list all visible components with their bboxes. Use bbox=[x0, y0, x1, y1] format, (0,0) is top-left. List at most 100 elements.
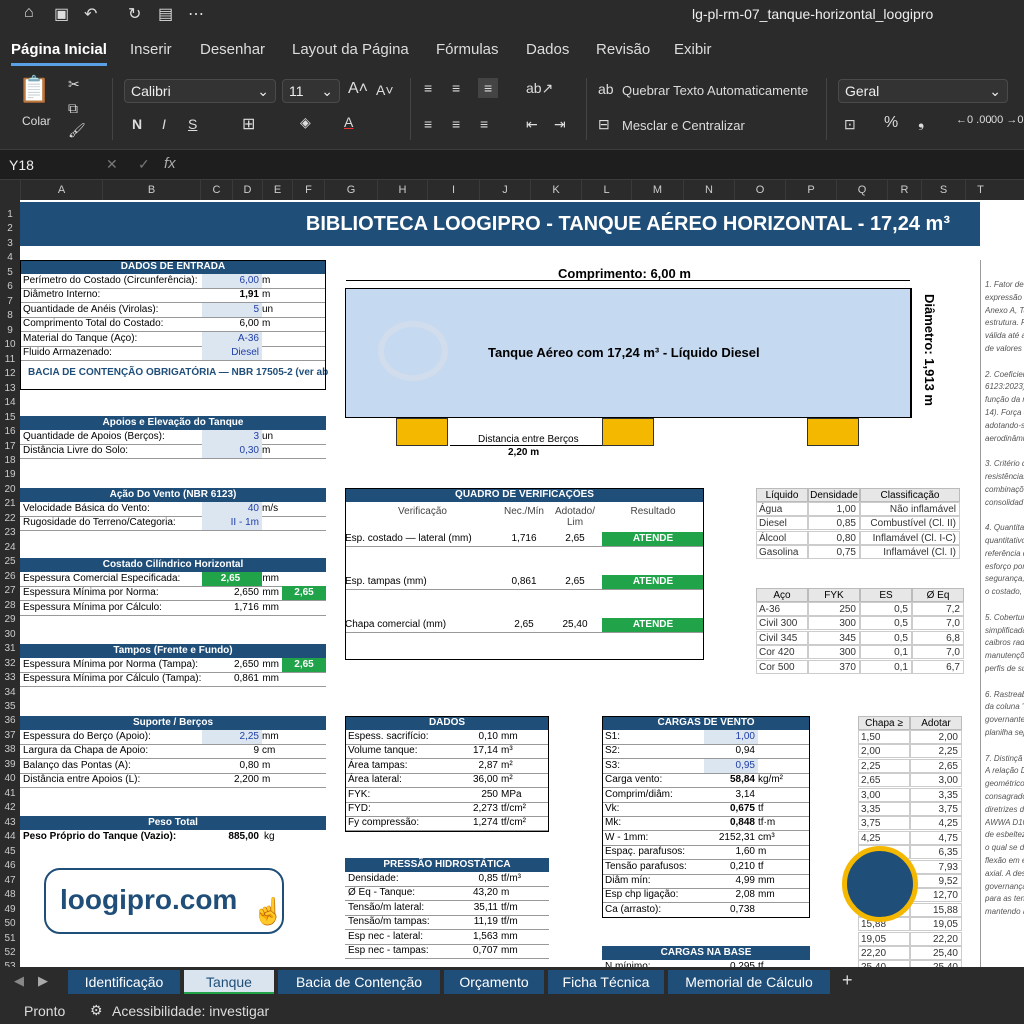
loogipro-logo[interactable]: loogipro.com ☝ bbox=[44, 868, 284, 934]
accessibility-status[interactable]: Acessibilidade: investigar bbox=[112, 1003, 269, 1019]
tab-formulas[interactable]: Fórmulas bbox=[436, 41, 499, 58]
row-header[interactable]: 22 bbox=[0, 512, 20, 526]
grow-font-icon[interactable]: A˄ bbox=[348, 80, 368, 98]
cut-icon[interactable]: ✂ bbox=[68, 76, 80, 93]
row-header[interactable]: 33 bbox=[0, 671, 20, 685]
column-header[interactable]: I bbox=[427, 180, 479, 200]
column-header[interactable]: F bbox=[292, 180, 324, 200]
merge-center-button[interactable]: Mesclar e Centralizar bbox=[622, 118, 745, 133]
home-icon[interactable]: ⌂ bbox=[24, 4, 34, 22]
accessibility-icon[interactable]: ⚙ bbox=[90, 1002, 103, 1019]
row-header[interactable]: 1 bbox=[0, 208, 20, 222]
column-header[interactable]: T bbox=[965, 180, 995, 200]
decrease-decimal-icon[interactable]: .00 →0 bbox=[988, 114, 1023, 126]
row-header[interactable]: 46 bbox=[0, 859, 20, 873]
row-header[interactable]: 38 bbox=[0, 743, 20, 757]
row-header[interactable]: 43 bbox=[0, 816, 20, 830]
column-header[interactable]: K bbox=[530, 180, 581, 200]
italic-icon[interactable]: I bbox=[162, 116, 166, 132]
align-center-icon[interactable]: ≡ bbox=[452, 116, 460, 132]
align-top-icon[interactable]: ≡ bbox=[424, 80, 432, 96]
row-header[interactable]: 9 bbox=[0, 324, 20, 338]
row-header[interactable]: 44 bbox=[0, 830, 20, 844]
tab-desenhar[interactable]: Desenhar bbox=[200, 41, 265, 58]
tab-prev-icon[interactable]: ◀ bbox=[14, 973, 24, 989]
row-header[interactable]: 34 bbox=[0, 686, 20, 700]
row-header[interactable]: 11 bbox=[0, 353, 20, 367]
save-as-icon[interactable]: ▤ bbox=[158, 4, 173, 24]
row-header[interactable]: 6 bbox=[0, 280, 20, 294]
shrink-font-icon[interactable]: A˅ bbox=[376, 82, 394, 98]
redo-icon[interactable]: ↻ bbox=[128, 4, 141, 24]
column-header[interactable]: O bbox=[734, 180, 785, 200]
row-header[interactable]: 37 bbox=[0, 729, 20, 743]
row-header[interactable]: 48 bbox=[0, 888, 20, 902]
orientation-icon[interactable]: ab↗ bbox=[526, 80, 553, 97]
add-sheet-icon[interactable]: + bbox=[842, 970, 853, 991]
sheet-tab[interactable]: Ficha Técnica bbox=[548, 970, 664, 994]
row-header[interactable]: 13 bbox=[0, 382, 20, 396]
align-right-icon[interactable]: ≡ bbox=[480, 116, 488, 132]
row-header[interactable]: 29 bbox=[0, 613, 20, 627]
worksheet[interactable]: BIBLIOTECA LOOGIPRO - TANQUE AÉREO HORIZ… bbox=[20, 200, 1024, 967]
row-header[interactable]: 12 bbox=[0, 367, 20, 381]
row-header[interactable]: 26 bbox=[0, 570, 20, 584]
tab-revisao[interactable]: Revisão bbox=[596, 41, 650, 58]
row-header[interactable]: 23 bbox=[0, 526, 20, 540]
column-header[interactable]: B bbox=[102, 180, 200, 200]
row-header[interactable]: 15 bbox=[0, 411, 20, 425]
row-header[interactable]: 35 bbox=[0, 700, 20, 714]
number-format-dropdown[interactable]: Geral ⌄ bbox=[838, 79, 1008, 103]
tab-dados[interactable]: Dados bbox=[526, 41, 569, 58]
function-icon[interactable]: fx bbox=[164, 155, 176, 172]
tab-next-icon[interactable]: ▶ bbox=[38, 973, 48, 989]
bold-icon[interactable]: N bbox=[132, 116, 142, 132]
column-header[interactable]: P bbox=[785, 180, 836, 200]
undo-icon[interactable]: ↶ bbox=[84, 4, 97, 24]
row-header[interactable]: 17 bbox=[0, 440, 20, 454]
column-header[interactable]: D bbox=[232, 180, 262, 200]
sheet-tab[interactable]: Tanque bbox=[184, 970, 274, 994]
column-header[interactable]: G bbox=[324, 180, 377, 200]
font-dropdown[interactable]: Calibri ⌄ bbox=[124, 79, 276, 103]
row-header[interactable]: 52 bbox=[0, 946, 20, 960]
row-header[interactable]: 28 bbox=[0, 599, 20, 613]
row-header[interactable]: 16 bbox=[0, 425, 20, 439]
row-header[interactable]: 18 bbox=[0, 454, 20, 468]
copy-icon[interactable]: ⧉ bbox=[68, 100, 78, 117]
tab-pagina-inicial[interactable]: Página Inicial bbox=[11, 41, 107, 66]
tab-inserir[interactable]: Inserir bbox=[130, 41, 172, 58]
align-middle-icon[interactable]: ≡ bbox=[452, 80, 460, 96]
row-header[interactable]: 40 bbox=[0, 772, 20, 786]
sheet-tab[interactable]: Orçamento bbox=[444, 970, 544, 994]
row-header[interactable]: 8 bbox=[0, 309, 20, 323]
column-header[interactable]: Q bbox=[836, 180, 887, 200]
column-header[interactable]: E bbox=[262, 180, 292, 200]
column-header[interactable]: M bbox=[631, 180, 683, 200]
clipboard-icon[interactable]: 📋 bbox=[18, 74, 50, 105]
row-header[interactable]: 31 bbox=[0, 642, 20, 656]
align-bottom-icon[interactable]: ≡ bbox=[478, 78, 499, 98]
row-header[interactable]: 5 bbox=[0, 266, 20, 280]
column-header[interactable]: C bbox=[200, 180, 232, 200]
font-size-dropdown[interactable]: 11 ⌄ bbox=[282, 79, 340, 103]
increase-decimal-icon[interactable]: ←0 .00 bbox=[956, 114, 991, 126]
tab-layout[interactable]: Layout da Página bbox=[292, 41, 409, 58]
formula-input[interactable] bbox=[200, 154, 1020, 176]
row-header[interactable]: 25 bbox=[0, 555, 20, 569]
row-header[interactable]: 30 bbox=[0, 628, 20, 642]
wrap-text-button[interactable]: Quebrar Texto Automaticamente bbox=[622, 83, 808, 98]
row-header[interactable]: 10 bbox=[0, 338, 20, 352]
align-left-icon[interactable]: ≡ bbox=[424, 116, 432, 132]
more-icon[interactable]: ⋯ bbox=[188, 4, 204, 24]
decrease-indent-icon[interactable]: ⇤ bbox=[526, 116, 538, 133]
column-header[interactable]: L bbox=[581, 180, 631, 200]
comma-icon[interactable]: ❟ bbox=[918, 114, 924, 132]
column-header[interactable]: J bbox=[479, 180, 530, 200]
percent-icon[interactable]: % bbox=[884, 114, 898, 132]
row-header[interactable]: 41 bbox=[0, 787, 20, 801]
row-header[interactable]: 2 bbox=[0, 222, 20, 236]
row-header[interactable]: 20 bbox=[0, 483, 20, 497]
row-header[interactable]: 42 bbox=[0, 801, 20, 815]
row-header[interactable]: 21 bbox=[0, 497, 20, 511]
